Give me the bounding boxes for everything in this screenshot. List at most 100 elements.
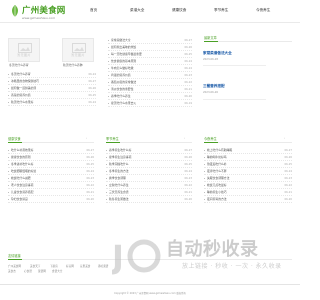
feature-article-2[interactable]: 三餐营养搭配 2023-06-26 xyxy=(203,80,266,100)
thumbnail-1[interactable]: 暂无图片 xyxy=(8,38,40,62)
list-item[interactable]: 老人饮食注意事项 06-22 xyxy=(8,183,94,189)
bullet-icon xyxy=(204,185,206,187)
bullet-icon xyxy=(8,95,10,97)
list-item[interactable]: 家常菜做法大全 06-27 xyxy=(108,38,192,44)
friend-link[interactable]: 广州美食网 xyxy=(8,265,21,268)
bullet-icon xyxy=(106,185,108,187)
nav-item-tonight-health[interactable]: 今夜养生 xyxy=(256,8,270,13)
list-item[interactable]: 孕妇饮食禁忌 06-20 xyxy=(8,197,94,203)
footer-copyright: Copyright © 2023 广州美食网 www.gzmeishiwu.co… xyxy=(114,292,186,295)
list-item[interactable]: 如何煮出美味的米饭 06-26 xyxy=(108,45,192,51)
nav-item-healthy-eating[interactable]: 健康饮食 xyxy=(172,8,186,13)
nav-item-seasonal-health[interactable]: 季节养生 xyxy=(214,8,228,13)
friend-link[interactable]: 下厨房 xyxy=(50,265,58,268)
list-item[interactable]: 秋天吃什么水果好 06-24 xyxy=(8,100,96,106)
bullet-icon xyxy=(204,164,206,166)
list-item[interactable]: 晚饭吃什么减肥 06-23 xyxy=(8,176,94,182)
thumbnail-2[interactable]: 暂无图片 xyxy=(62,38,94,62)
friend-link[interactable]: 豆果美食 xyxy=(80,265,90,268)
bullet-icon xyxy=(106,171,108,173)
list-item[interactable]: 夏季养生注意事项 06-26 xyxy=(106,155,192,161)
friend-link[interactable]: 香哈菜谱 xyxy=(98,265,108,268)
thumbnail-caption[interactable]: 秋天吃什么养肺 xyxy=(63,63,83,68)
nav-item-home[interactable]: 首页 xyxy=(90,8,97,13)
friend-link[interactable]: 心食谱 xyxy=(24,270,32,273)
feature-date: 2023-06-28 xyxy=(203,58,219,61)
list-item[interactable]: 清淡饮食的重要性 06-21 xyxy=(108,87,192,93)
list-item[interactable]: 番茄炒蛋的家常做法 06-22 xyxy=(108,80,192,86)
list-item[interactable]: 三伏天养生食谱 06-21 xyxy=(106,190,192,196)
bullet-icon xyxy=(108,82,110,84)
list-item[interactable]: 熬夜后吃什么补 06-25 xyxy=(204,162,292,168)
section-title-tonight-health[interactable]: 今夜养生 xyxy=(204,137,217,141)
list-item[interactable]: 冬天吃什么养胃 06-24 xyxy=(8,72,96,78)
more-icon[interactable]: › xyxy=(184,137,185,140)
bullet-icon xyxy=(108,89,110,91)
bullet-icon xyxy=(8,150,10,152)
list-item[interactable]: 夏天吃什么水果去火 06-19 xyxy=(108,101,192,107)
leaf-logo-icon xyxy=(12,5,18,17)
list-item[interactable]: 秋季润燥吃什么 06-25 xyxy=(106,162,192,168)
section-title-healthy-eating[interactable]: 健康饮食 xyxy=(8,137,21,141)
list-item[interactable]: 夜宵吃什么不胖 06-24 xyxy=(204,169,292,175)
list-item[interactable]: 如何做一道鲜美的汤 06-26 xyxy=(8,86,96,92)
friend-link[interactable]: 美食杰 xyxy=(8,270,16,273)
site-url: www.gzmeishiwu.com xyxy=(22,16,56,20)
site-header: 广州美食网 www.gzmeishiwu.com 首页 菜谱大全 健康饮食 季节… xyxy=(0,0,300,28)
list-item[interactable]: 冬季养生的方法 06-24 xyxy=(106,169,192,175)
feature-title: 家常菜谱做法大全 xyxy=(203,51,232,55)
tonight-health-list: 晚上吃什么有助睡眠 06-27 睡前喝牛奶好吗 06-26 熬夜后吃什么补 06-25… xyxy=(204,148,292,204)
list-item[interactable]: 饮食健康的基本原则 06-24 xyxy=(108,59,192,65)
section-divider-accent xyxy=(204,142,218,143)
top-middle-article-list: 家常菜做法大全 06-27 如何煮出美味的米饭 06-26 每一天吃健康早餐最重要 0… xyxy=(108,38,192,110)
nav-item-recipes[interactable]: 菜谱大全 xyxy=(130,8,144,13)
feature-article-1[interactable]: 家常菜谱做法大全 2023-06-28 xyxy=(203,46,266,66)
list-item[interactable]: 睡前喝牛奶好吗 06-26 xyxy=(204,155,292,161)
more-icon[interactable]: › xyxy=(284,137,285,140)
top-left-article-list: 冬天吃什么养胃 06-24 冰箱里的食物保鲜技巧 06-27 如何做一道鲜美的汤 06… xyxy=(8,72,96,106)
list-item[interactable]: 睡前养生小技巧 06-21 xyxy=(204,190,292,196)
friend-link[interactable]: 美食天下 xyxy=(30,265,40,268)
list-item[interactable]: 吃什么补肾效果好 06-27 xyxy=(8,148,94,154)
thumbnail-caption[interactable]: 冬天吃什么养胃 xyxy=(9,63,29,68)
list-item[interactable]: 晚上吃什么有助睡眠 06-27 xyxy=(204,148,292,154)
list-item[interactable]: 冰箱里的食物保鲜技巧 06-27 xyxy=(8,79,96,85)
main-nav: 首页 菜谱大全 健康饮食 季节养生 今夜养生 xyxy=(90,8,295,16)
list-item[interactable]: 春季养生吃什么好 06-27 xyxy=(106,148,192,154)
list-item[interactable]: 失眠饮食调理方法 06-23 xyxy=(204,176,292,182)
list-item[interactable]: 春季吃什么养生 06-20 xyxy=(108,94,192,100)
bullet-icon xyxy=(8,171,10,173)
bullet-icon xyxy=(8,88,10,90)
watermark-title: 自动秒收录 xyxy=(166,239,259,260)
bullet-icon xyxy=(106,157,108,159)
list-item[interactable]: 晚饭几点吃最好 06-22 xyxy=(204,183,292,189)
bullet-icon xyxy=(106,178,108,180)
bullet-icon xyxy=(204,178,206,180)
friend-link[interactable]: 食谱大全 xyxy=(52,270,62,273)
list-item[interactable]: 每一天吃健康早餐最重要 06-25 xyxy=(108,52,192,58)
more-icon[interactable]: › xyxy=(86,137,87,140)
list-item[interactable]: 夜间养胃的方法 06-20 xyxy=(204,197,292,203)
list-item[interactable]: 吃饭细嚼慢咽的好处 06-24 xyxy=(8,169,94,175)
list-item[interactable]: 香菜的营养价值 06-25 xyxy=(8,93,96,99)
list-item[interactable]: 健康饮食的原则 06-26 xyxy=(8,155,94,161)
bullet-icon xyxy=(204,171,206,173)
watermark-logo-icon: J xyxy=(112,238,161,276)
watermark-overlay: J 自动秒收录 放上链接 · 秒收 · 一次 · 永久收录 xyxy=(112,234,302,284)
section-divider-accent xyxy=(106,142,120,143)
friend-link[interactable]: 好豆网 xyxy=(66,265,74,268)
friend-link[interactable]: 菜谱网 xyxy=(38,270,46,273)
site-footer: Copyright © 2023 广州美食网 www.gzmeishiwu.co… xyxy=(0,284,300,300)
list-item[interactable]: 换季饮食调理 06-23 xyxy=(106,176,192,182)
bullet-icon xyxy=(108,96,110,98)
bullet-icon xyxy=(108,75,110,77)
section-title-seasonal-health[interactable]: 季节养生 xyxy=(106,137,119,141)
list-item[interactable]: 儿童饮食营养搭配 06-21 xyxy=(8,190,94,196)
list-item[interactable]: 牛肉怎么做好吃嫩 06-24 xyxy=(108,66,192,72)
list-item[interactable]: 冬季进补吃什么好 06-25 xyxy=(8,162,94,168)
feature-date: 2023-06-26 xyxy=(203,91,219,94)
list-item[interactable]: 鸡蛋的营养价值 06-23 xyxy=(108,73,192,79)
list-item[interactable]: 立秋吃什么养生 06-22 xyxy=(106,183,192,189)
list-item[interactable]: 秋冬养生粥做法 06-20 xyxy=(106,197,192,203)
thumbnail-placeholder-text: 暂无图片 xyxy=(17,53,31,58)
